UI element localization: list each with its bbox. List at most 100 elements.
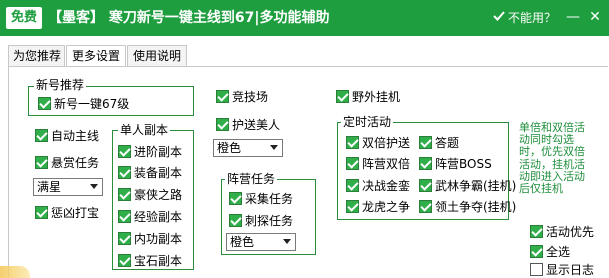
checkbox-territory[interactable]: 领土争夺(挂机) [419,199,516,215]
checkbox-icon [118,188,131,201]
checkbox-icon [118,254,131,267]
checkbox-inner-dungeon[interactable]: 内功副本 [118,231,182,247]
close-button[interactable]: ✕ [585,7,605,27]
checkbox-icon [346,136,359,149]
group-title-single-dungeon: 单人副本 [118,123,171,137]
checkbox-label: 领土争夺(挂机) [435,200,517,214]
checkbox-icon [346,157,359,170]
checkbox-hero-road[interactable]: 豪侠之路 [118,187,182,203]
checkbox-icon [530,225,543,238]
checkbox-label: 武林争霸(挂机) [435,179,517,193]
checkbox-icon [419,157,432,170]
checkbox-auto-main[interactable]: 自动主线 [35,128,99,144]
checkbox-label: 进阶副本 [134,145,183,159]
bounty-level-select[interactable]: 满星 [33,178,103,196]
checkbox-label: 全选 [546,245,571,259]
tab-more-settings[interactable]: 更多设置 [66,45,126,67]
checkbox-select-all[interactable]: 全选 [530,244,570,260]
group-title-timed-event: 定时活动 [341,115,394,129]
checkbox-faction-boss[interactable]: 阵营BOSS [419,156,492,172]
checkbox-advanced-dungeon[interactable]: 进阶副本 [118,144,182,160]
checkbox-show-log[interactable]: 显示日志 [530,262,594,278]
checkbox-label: 阵营双倍 [362,157,411,171]
checkbox-equip-dungeon[interactable]: 装备副本 [118,165,182,181]
checkbox-icon [35,156,48,169]
escort-color-select[interactable]: 橙色 [213,139,283,157]
checkbox-icon [229,214,242,227]
help-link[interactable]: 不能用？ [493,9,556,27]
checkbox-arena[interactable]: 竞技场 [216,89,268,105]
minimize-button[interactable]: — [563,7,583,27]
checkbox-label: 显示日志 [546,263,595,277]
checkbox-label: 采集任务 [245,192,294,206]
tab-recommend[interactable]: 为您推荐 [8,45,65,67]
checkbox-icon [346,200,359,213]
checkbox-label: 野外挂机 [352,90,401,104]
checkbox-escort-beauty[interactable]: 护送美人 [216,117,280,133]
select-value: 橙色 [217,141,242,155]
checkbox-icon [530,263,543,276]
chevron-down-icon [283,239,291,244]
checkbox-double-escort[interactable]: 双倍护送 [346,135,410,151]
checkbox-label: 龙虎之争 [362,200,411,214]
checkbox-icon [419,179,432,192]
checkbox-icon [336,90,349,103]
checkbox-answer[interactable]: 答题 [419,135,459,151]
checkbox-exp-dungeon[interactable]: 经验副本 [118,209,182,225]
checkbox-icon [530,245,543,258]
checkbox-icon [216,118,229,131]
checkbox-icon [118,232,131,245]
checkbox-label: 自动主线 [51,129,100,143]
checkbox-icon [118,166,131,179]
checkbox-punish[interactable]: 惩凶打宝 [35,205,99,221]
checkbox-label: 刺探任务 [245,214,294,228]
checkbox-one-click-67[interactable]: 新号一键67级 [38,96,129,112]
checkbox-label: 决战金銮 [362,179,411,193]
checkbox-wild-hook[interactable]: 野外挂机 [336,89,400,105]
checkbox-gem-dungeon[interactable]: 宝石副本 [118,253,182,269]
chevron-down-icon [270,145,278,150]
group-title-faction-task: 阵营任务 [225,172,278,186]
faction-color-select[interactable]: 橙色 [226,233,296,251]
free-badge: 免费 [6,7,42,29]
checkbox-label: 活动优先 [546,225,595,239]
select-value: 满星 [37,180,62,194]
event-note: 单倍和双倍活动同时勾选时，优先双倍活动，挂机活动即进入活动后仅挂机 [519,121,585,196]
chevron-down-icon [90,184,98,189]
group-title-new-account: 新号推荐 [34,78,87,92]
checkbox-label: 经验副本 [134,210,183,224]
checkbox-icon [346,179,359,192]
checkbox-label: 竞技场 [232,90,269,104]
checkbox-label: 悬赏任务 [51,156,100,170]
checkbox-icon [118,210,131,223]
tab-instructions[interactable]: 使用说明 [127,45,187,67]
checkbox-gather-task[interactable]: 采集任务 [229,191,293,207]
checkmark-icon [493,9,505,27]
checkbox-wulin[interactable]: 武林争霸(挂机) [419,178,516,194]
checkbox-icon [38,97,51,110]
checkbox-label: 装备副本 [134,166,183,180]
checkbox-label: 豪侠之路 [134,188,183,202]
checkbox-label: 新号一键67级 [54,97,130,111]
checkbox-scout-task[interactable]: 刺探任务 [229,213,293,229]
title-bar: 免费 【墨客】 寒刀新号一键主线到67|多功能辅助 不能用？ — ✕ [0,0,609,36]
checkbox-label: 护送美人 [232,118,281,132]
checkbox-icon [118,145,131,158]
checkbox-event-priority[interactable]: 活动优先 [530,224,594,240]
checkbox-icon [35,129,48,142]
checkbox-icon [35,206,48,219]
checkbox-label: 惩凶打宝 [51,206,100,220]
checkbox-label: 答题 [435,136,460,150]
select-value: 橙色 [230,235,255,249]
checkbox-dragon-tiger[interactable]: 龙虎之争 [346,199,410,215]
checkbox-label: 宝石副本 [134,254,183,268]
checkbox-faction-double[interactable]: 阵营双倍 [346,156,410,172]
checkbox-duel[interactable]: 决战金銮 [346,178,410,194]
help-label: 不能用？ [508,11,557,25]
checkbox-icon [216,90,229,103]
checkbox-bounty[interactable]: 悬赏任务 [35,155,99,171]
decorative-corner [0,266,30,278]
checkbox-label: 阵营BOSS [435,157,492,171]
checkbox-label: 双倍护送 [362,136,411,150]
checkbox-icon [229,192,242,205]
